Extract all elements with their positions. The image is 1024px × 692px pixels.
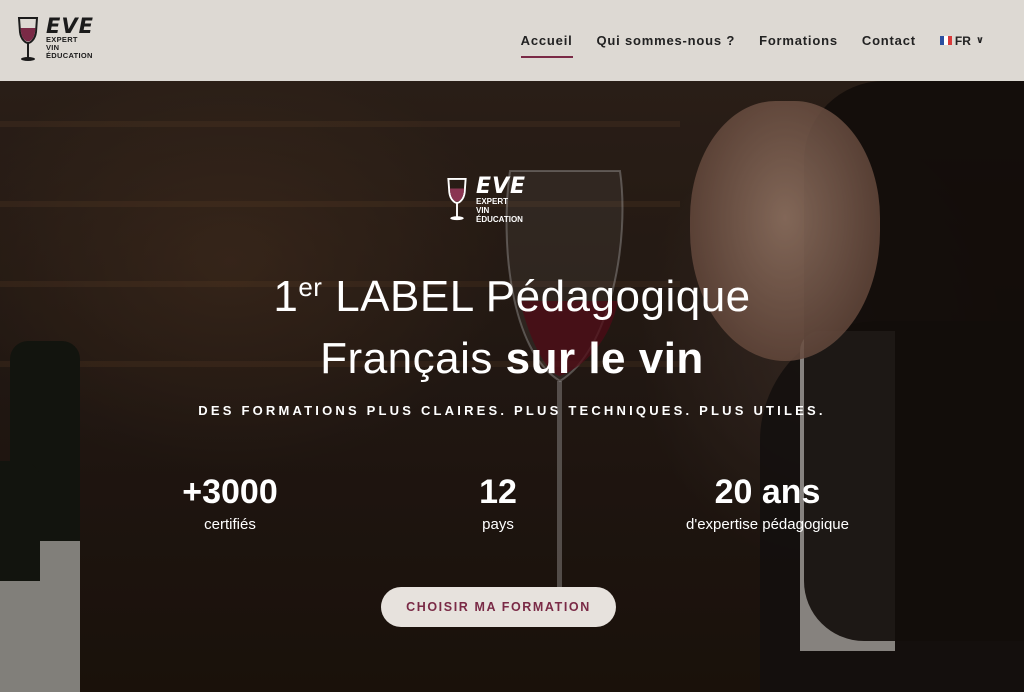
stat-value: 12 [479, 473, 517, 511]
hero-brand-name: EVE [476, 174, 527, 199]
brand-name: EVE [46, 14, 94, 38]
hero-tagline: DES FORMATIONS PLUS CLAIRES. PLUS TECHNI… [198, 403, 826, 418]
french-flag-icon [939, 36, 952, 45]
hero-logo: EVE EXPERT VIN ÉDUCATION [444, 174, 527, 224]
site-header: EVE EXPERT VIN ÉDUCATION Accueil Qui som… [0, 0, 1024, 81]
brand-line-3: ÉDUCATION [46, 51, 93, 60]
stat-value: 20 ans [714, 473, 821, 511]
choose-training-button[interactable]: CHOISIR MA FORMATION [381, 587, 616, 627]
hero-headline-line-1: 1er LABEL Pédagogique [273, 272, 751, 321]
headline-emphasis: sur le vin [505, 334, 704, 383]
stat-certified: +3000 certifiés [150, 472, 310, 533]
headline-superscript: er [298, 272, 323, 302]
stat-label: d'expertise pédagogique [686, 516, 849, 533]
stat-value: +3000 [182, 473, 278, 511]
nav-accueil[interactable]: Accueil [520, 33, 573, 58]
language-selector[interactable]: FR ∨ [939, 33, 984, 48]
stat-countries: 12 pays [418, 472, 578, 533]
nav-contact[interactable]: Contact [862, 33, 916, 48]
stat-years: 20 ans d'expertise pédagogique [660, 472, 875, 533]
nav-qui-sommes-nous[interactable]: Qui sommes-nous ? [597, 33, 736, 48]
nav-formations[interactable]: Formations [759, 33, 838, 48]
stat-label: pays [482, 516, 514, 533]
main-nav: Accueil Qui sommes-nous ? Formations Con… [497, 0, 984, 81]
hero-brand-line-2: VIN [476, 206, 490, 215]
language-label: FR [954, 33, 971, 48]
hero-headline-line-2: Français sur le vin [320, 334, 704, 383]
wine-glass-icon [17, 17, 39, 61]
stat-label: certifiés [204, 516, 256, 533]
chevron-down-icon: ∨ [975, 35, 984, 46]
wine-glass-icon [447, 177, 467, 221]
hero-brand-line-3: ÉDUCATION [476, 215, 523, 224]
site-logo[interactable]: EVE EXPERT VIN ÉDUCATION [16, 16, 94, 64]
